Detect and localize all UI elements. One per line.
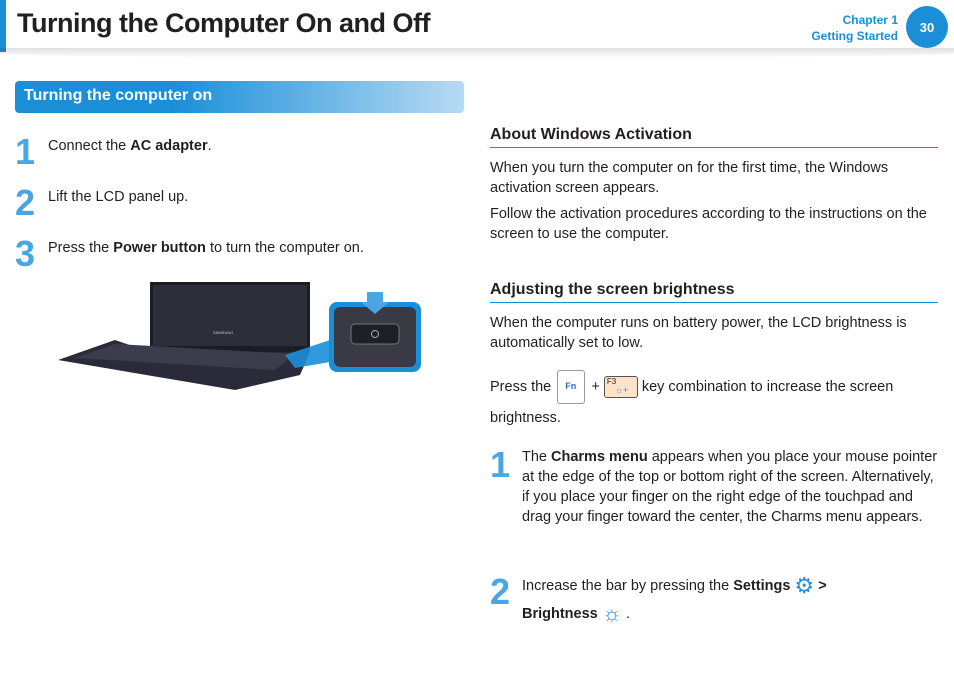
chapter-label: Chapter 1 Getting Started (811, 12, 898, 44)
step-number: 1 (15, 131, 36, 172)
chapter-number: Chapter 1 (842, 13, 898, 27)
activation-heading: About Windows Activation (490, 126, 938, 148)
header-divider (0, 48, 954, 58)
fn-key-icon: Fn (557, 370, 586, 404)
header-accent-bar (0, 0, 6, 52)
step-text: Connect the AC adapter. (48, 138, 212, 154)
step-text: Lift the LCD panel up. (48, 189, 189, 205)
step-text: The Charms menu appears when you place y… (522, 449, 938, 525)
settings-gear-icon: ⚙ (794, 573, 815, 599)
brightness-paragraph: When the computer runs on battery power,… (490, 315, 907, 351)
brightness-heading: Adjusting the screen brightness (490, 281, 938, 303)
chapter-name: Getting Started (811, 29, 898, 43)
section-title: Turning the computer on (15, 81, 464, 113)
f3-brightness-key-icon: F3 ☼+ (603, 376, 638, 398)
key-combination-text: Press the Fn + F3 ☼+ key combination to i… (490, 370, 940, 433)
page-number: 30 (906, 6, 948, 48)
step-number: 3 (15, 233, 36, 274)
page-title: Turning the Computer On and Off (17, 8, 430, 38)
brightness-sun-icon: ☼ (601, 601, 622, 627)
step-text: Increase the bar by pressing the Setting… (522, 573, 827, 627)
activation-paragraph-1: When you turn the computer on for the fi… (490, 160, 889, 196)
step-number: 2 (490, 571, 511, 612)
step-number: 2 (15, 182, 36, 223)
step-number: 1 (490, 444, 511, 485)
laptop-power-button-illustration (58, 282, 421, 390)
activation-paragraph-2: Follow the activation procedures accordi… (490, 206, 927, 242)
laptop-brand-logo: SAMSUNG (213, 330, 234, 335)
step-text: Press the Power button to turn the compu… (48, 240, 364, 256)
